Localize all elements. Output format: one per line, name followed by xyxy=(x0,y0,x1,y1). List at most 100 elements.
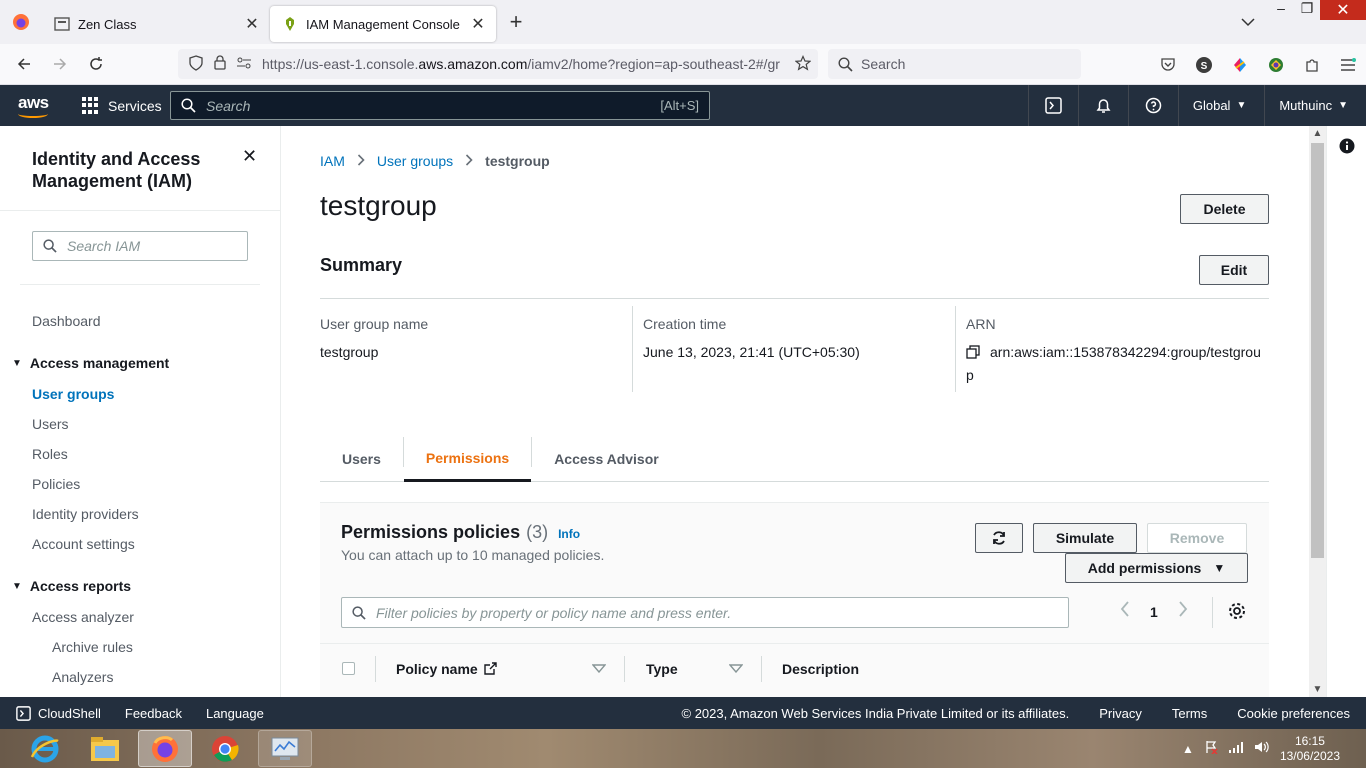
breadcrumb-user-groups[interactable]: User groups xyxy=(377,153,453,169)
delete-button[interactable]: Delete xyxy=(1180,194,1269,224)
sort-type-icon[interactable] xyxy=(729,664,743,673)
refresh-button[interactable] xyxy=(975,523,1023,553)
summary-title: Summary xyxy=(320,255,403,275)
list-all-tabs-icon[interactable] xyxy=(1228,14,1268,30)
browser-tab-iam-console[interactable]: IAM Management Console ✕ xyxy=(270,6,496,42)
current-page[interactable]: 1 xyxy=(1150,604,1158,620)
field-label: Creation time xyxy=(643,316,727,332)
notifications-bell-icon[interactable] xyxy=(1077,85,1128,126)
new-tab-button[interactable]: + xyxy=(496,9,536,35)
account-menu[interactable]: Muthuinc ▼ xyxy=(1264,85,1366,126)
action-center-flag-icon[interactable] xyxy=(1204,740,1218,757)
restore-icon[interactable]: ❐ xyxy=(1294,0,1320,20)
cookie-preferences-link[interactable]: Cookie preferences xyxy=(1237,706,1350,721)
privacy-link[interactable]: Privacy xyxy=(1099,706,1142,721)
language-selector[interactable]: Language xyxy=(206,706,264,721)
aws-logo[interactable]: aws xyxy=(0,85,66,126)
window-close-icon[interactable]: ✕ xyxy=(1320,0,1366,20)
close-tab-icon[interactable]: ✕ xyxy=(244,14,260,34)
close-sidebar-icon[interactable]: ✕ xyxy=(242,146,257,167)
hamburger-menu-icon[interactable] xyxy=(1330,49,1366,81)
search-iam-input[interactable]: Search IAM xyxy=(32,231,248,261)
remove-button[interactable]: Remove xyxy=(1147,523,1247,553)
cloudshell-icon[interactable] xyxy=(1027,85,1078,126)
column-description[interactable]: Description xyxy=(782,661,859,677)
globe-extension-icon[interactable] xyxy=(1258,49,1294,81)
tab-access-advisor[interactable]: Access Advisor xyxy=(532,436,681,482)
minimize-icon[interactable]: ‒ xyxy=(1268,0,1294,20)
previous-page-icon[interactable] xyxy=(1120,601,1130,622)
help-icon[interactable] xyxy=(1127,85,1178,126)
browser-search-input[interactable]: Search xyxy=(828,49,1081,79)
forward-arrow-icon[interactable] xyxy=(42,48,78,80)
services-menu-button[interactable]: Services xyxy=(82,97,162,114)
extensions-puzzle-icon[interactable] xyxy=(1294,49,1330,81)
colorful-extension-icon[interactable] xyxy=(1222,49,1258,81)
clock[interactable]: 16:15 13/06/2023 xyxy=(1280,734,1340,764)
sidebar-item-access-analyzer[interactable]: Access analyzer xyxy=(32,609,134,625)
sidebar-item-identity-providers[interactable]: Identity providers xyxy=(32,506,139,522)
volume-icon[interactable] xyxy=(1254,740,1270,757)
scroll-up-icon[interactable]: ▲ xyxy=(1309,128,1326,139)
section-label: Access management xyxy=(29,355,170,371)
filter-policies-input[interactable]: Filter policies by property or policy na… xyxy=(341,597,1069,628)
scroll-down-icon[interactable]: ▼ xyxy=(1309,684,1326,695)
sidebar-item-dashboard[interactable]: Dashboard xyxy=(32,313,101,329)
info-icon[interactable] xyxy=(1339,138,1355,157)
simulate-button[interactable]: Simulate xyxy=(1033,523,1137,553)
filter-placeholder: Filter policies by property or policy na… xyxy=(376,604,732,621)
edit-button[interactable]: Edit xyxy=(1199,255,1269,285)
sidebar-item-archive-rules[interactable]: Archive rules xyxy=(52,639,133,655)
firefox-taskbar-icon[interactable] xyxy=(138,730,192,767)
bookmark-star-icon[interactable] xyxy=(788,54,818,74)
chevron-right-icon xyxy=(357,153,365,169)
sidebar-item-users[interactable]: Users xyxy=(32,416,69,432)
section-access-management[interactable]: ▼ Access management xyxy=(12,355,169,371)
account-s-icon[interactable]: S xyxy=(1186,49,1222,81)
back-arrow-icon[interactable] xyxy=(6,48,42,80)
scrollbar-thumb[interactable] xyxy=(1311,143,1324,558)
tab-permissions[interactable]: Permissions xyxy=(403,436,532,482)
tab-users[interactable]: Users xyxy=(320,436,403,482)
select-all-checkbox[interactable] xyxy=(342,662,355,675)
lock-icon[interactable] xyxy=(208,55,232,73)
network-signal-icon[interactable] xyxy=(1228,741,1244,757)
sidebar-item-account-settings[interactable]: Account settings xyxy=(32,536,135,552)
next-page-icon[interactable] xyxy=(1178,601,1188,622)
sidebar-item-user-groups[interactable]: User groups xyxy=(32,386,114,402)
section-access-reports[interactable]: ▼ Access reports xyxy=(12,578,131,594)
internet-explorer-icon[interactable] xyxy=(18,730,72,767)
sidebar-item-policies[interactable]: Policies xyxy=(32,476,80,492)
firefox-menu-icon[interactable] xyxy=(0,0,42,44)
settings-gear-icon[interactable] xyxy=(1228,602,1246,623)
show-hidden-icons-icon[interactable]: ▲ xyxy=(1182,742,1194,756)
url-bar[interactable]: https://us-east-1.console.aws.amazon.com… xyxy=(178,49,818,79)
browser-tab-zen-class[interactable]: Zen Class ✕ xyxy=(42,6,270,42)
reload-icon[interactable] xyxy=(78,48,114,80)
cloudshell-button[interactable]: CloudShell xyxy=(16,706,101,721)
file-explorer-icon[interactable] xyxy=(78,730,132,767)
sidebar-item-analyzers[interactable]: Analyzers xyxy=(52,669,113,685)
breadcrumb-iam[interactable]: IAM xyxy=(320,153,345,169)
region-selector[interactable]: Global ▼ xyxy=(1177,85,1264,126)
close-tab-icon[interactable]: ✕ xyxy=(470,14,486,34)
add-permissions-button[interactable]: Add permissions ▼ xyxy=(1065,553,1248,583)
search-icon xyxy=(352,605,366,620)
column-type[interactable]: Type xyxy=(646,661,678,677)
column-policy-name[interactable]: Policy name xyxy=(396,661,497,677)
shield-icon[interactable] xyxy=(184,54,208,74)
info-link[interactable]: Info xyxy=(558,527,580,541)
permissions-icon[interactable] xyxy=(232,56,256,72)
caret-down-icon: ▼ xyxy=(1236,100,1247,111)
page-scrollbar[interactable]: ▲ ▼ xyxy=(1309,126,1326,697)
pocket-icon[interactable] xyxy=(1150,49,1186,81)
feedback-link[interactable]: Feedback xyxy=(125,706,182,721)
chrome-icon[interactable] xyxy=(198,730,252,767)
aws-console-footer: CloudShell Feedback Language © 2023, Ama… xyxy=(0,697,1366,729)
sidebar-item-roles[interactable]: Roles xyxy=(32,446,68,462)
copy-icon[interactable] xyxy=(966,344,984,365)
terms-link[interactable]: Terms xyxy=(1172,706,1207,721)
aws-search-input[interactable]: Search [Alt+S] xyxy=(170,91,710,120)
task-manager-icon[interactable] xyxy=(258,730,312,767)
sort-policy-name-icon[interactable] xyxy=(592,664,606,673)
